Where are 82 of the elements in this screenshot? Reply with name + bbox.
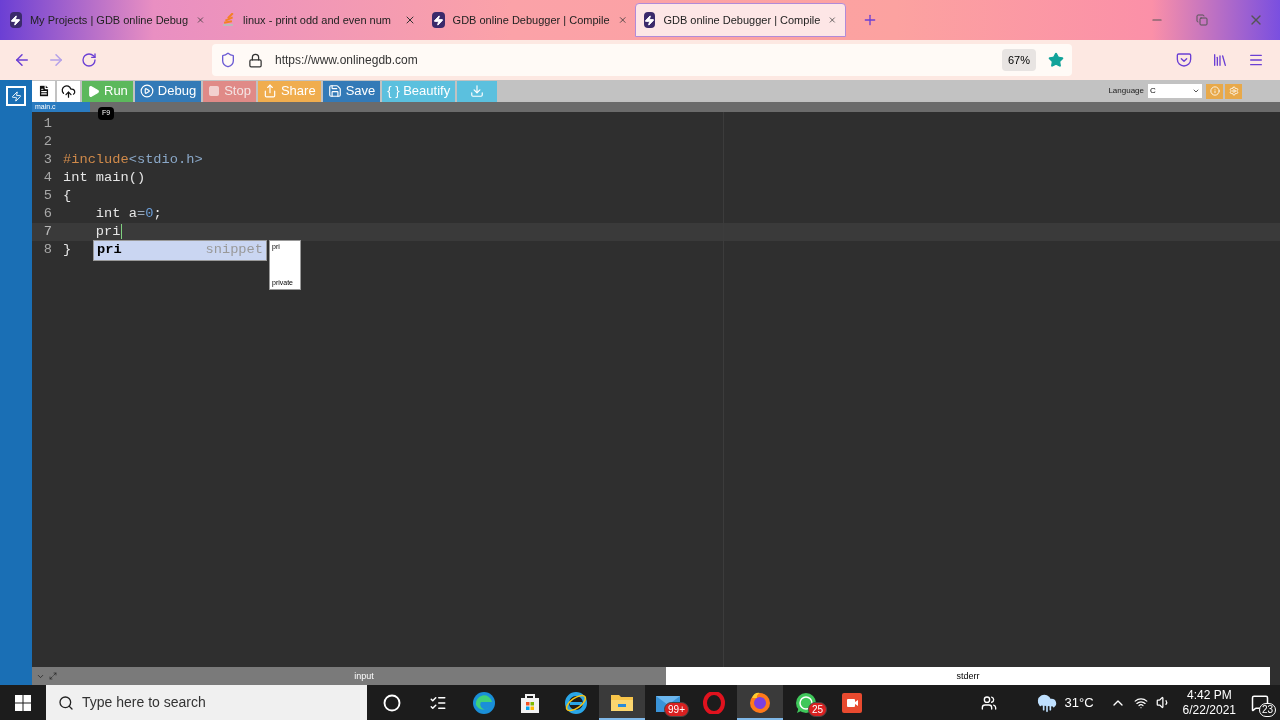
- code-line: int main(): [63, 168, 146, 187]
- clock-date[interactable]: 6/22/2021: [1182, 702, 1236, 718]
- line-number: 3: [42, 150, 53, 169]
- bolt-icon: [644, 12, 656, 28]
- edge-icon: [472, 690, 496, 715]
- weather-icon[interactable]: [1036, 692, 1057, 713]
- toolbar-icon-button[interactable]: [57, 80, 80, 102]
- save-icon: [327, 84, 342, 98]
- code-line: int a=0;: [94, 204, 162, 223]
- logo-icon[interactable]: [6, 86, 26, 106]
- taskbar-app[interactable]: 25: [783, 685, 829, 720]
- url-text: https://www.onlinegdb.com: [275, 52, 419, 69]
- upload-icon: [61, 83, 76, 99]
- notification-button[interactable]: 23: [1240, 685, 1280, 720]
- line-number: 4: [42, 168, 53, 187]
- code-line: #include<stdio.h>: [63, 150, 203, 169]
- menu-icon[interactable]: [1248, 52, 1264, 68]
- address-bar[interactable]: https://www.onlinegdb.com 67%: [212, 44, 1072, 76]
- library-icon[interactable]: [1212, 52, 1228, 68]
- close-icon[interactable]: [828, 14, 837, 26]
- browser-tab[interactable]: linux - print odd and even num: [213, 3, 424, 37]
- line-number: 7: [42, 222, 53, 241]
- people-icon[interactable]: [980, 694, 997, 711]
- shield-icon: [220, 52, 236, 68]
- reload-icon[interactable]: [81, 52, 97, 68]
- expand-icon[interactable]: [49, 672, 57, 680]
- circle-play-icon: [139, 84, 154, 98]
- file-icon: [36, 84, 51, 98]
- wifi-icon[interactable]: [1133, 695, 1148, 710]
- autocomplete-item[interactable]: pri snippet: [94, 241, 266, 260]
- clock-time[interactable]: 4:42 PM: [1186, 687, 1232, 703]
- temperature[interactable]: 31°C: [1064, 692, 1094, 713]
- recorder-icon: [842, 692, 862, 713]
- zoom-level[interactable]: 67%: [1001, 48, 1036, 72]
- toolbar-button[interactable]: Save: [322, 80, 381, 102]
- language-label: Language: [1108, 85, 1144, 97]
- store-icon: [519, 691, 541, 714]
- share-icon: [262, 84, 277, 98]
- browser-tab[interactable]: GDB online Debugger | Compile: [424, 3, 635, 37]
- back-icon[interactable]: [13, 51, 31, 69]
- taskbar-app[interactable]: 99+: [645, 685, 691, 720]
- search-placeholder: Type here to search: [82, 693, 206, 712]
- panel-tab[interactable]: input: [62, 667, 666, 685]
- stop-icon: [208, 85, 221, 97]
- line-number: 1: [42, 114, 53, 133]
- tab-title: GDB online Debugger | Compile: [452, 12, 610, 28]
- search-icon: [58, 694, 74, 711]
- count-badge: 99+: [664, 702, 689, 717]
- close-icon[interactable]: [617, 14, 627, 26]
- bolt-icon: [432, 12, 445, 28]
- browser-e-icon: [564, 690, 588, 715]
- toolbar-icon-button[interactable]: [32, 80, 55, 102]
- line-number: 2: [42, 132, 53, 151]
- taskbar-search-field[interactable]: Type here to search: [46, 685, 367, 720]
- tab-title: GDB online Debugger | Compile: [663, 12, 821, 28]
- bookmark-star-icon[interactable]: [1048, 52, 1064, 68]
- bolt-icon: [10, 12, 22, 28]
- download-icon: [470, 84, 485, 98]
- toolbar-button[interactable]: Debug: [134, 80, 202, 102]
- opera-icon: [703, 691, 725, 714]
- pocket-icon[interactable]: [1176, 52, 1192, 68]
- code-line: pri: [94, 222, 122, 241]
- play-icon: [87, 84, 100, 98]
- lock-icon: [248, 52, 263, 68]
- code-line: {: [63, 186, 72, 205]
- cortana-icon: [383, 693, 401, 712]
- taskbar-app[interactable]: [599, 685, 645, 720]
- windows-start-icon[interactable]: [15, 694, 31, 711]
- panel-tab[interactable]: stderr: [666, 667, 1270, 685]
- line-number: 8: [42, 240, 53, 259]
- line-number: 6: [42, 204, 53, 223]
- tab-title: My Projects | GDB online Debug: [29, 12, 189, 28]
- new-tab-icon[interactable]: [862, 12, 878, 28]
- line-number: 5: [42, 186, 53, 205]
- count-badge: 23: [1258, 703, 1276, 717]
- close-icon[interactable]: [404, 14, 416, 26]
- browser-tab[interactable]: GDB online Debugger | Compile: [635, 3, 846, 37]
- stack-icon: [221, 13, 235, 27]
- language-select[interactable]: C: [1148, 84, 1202, 98]
- tab-title: linux - print odd and even num: [243, 12, 392, 28]
- browser-tab[interactable]: My Projects | GDB online Debug: [2, 3, 213, 37]
- code-line: }: [63, 240, 72, 259]
